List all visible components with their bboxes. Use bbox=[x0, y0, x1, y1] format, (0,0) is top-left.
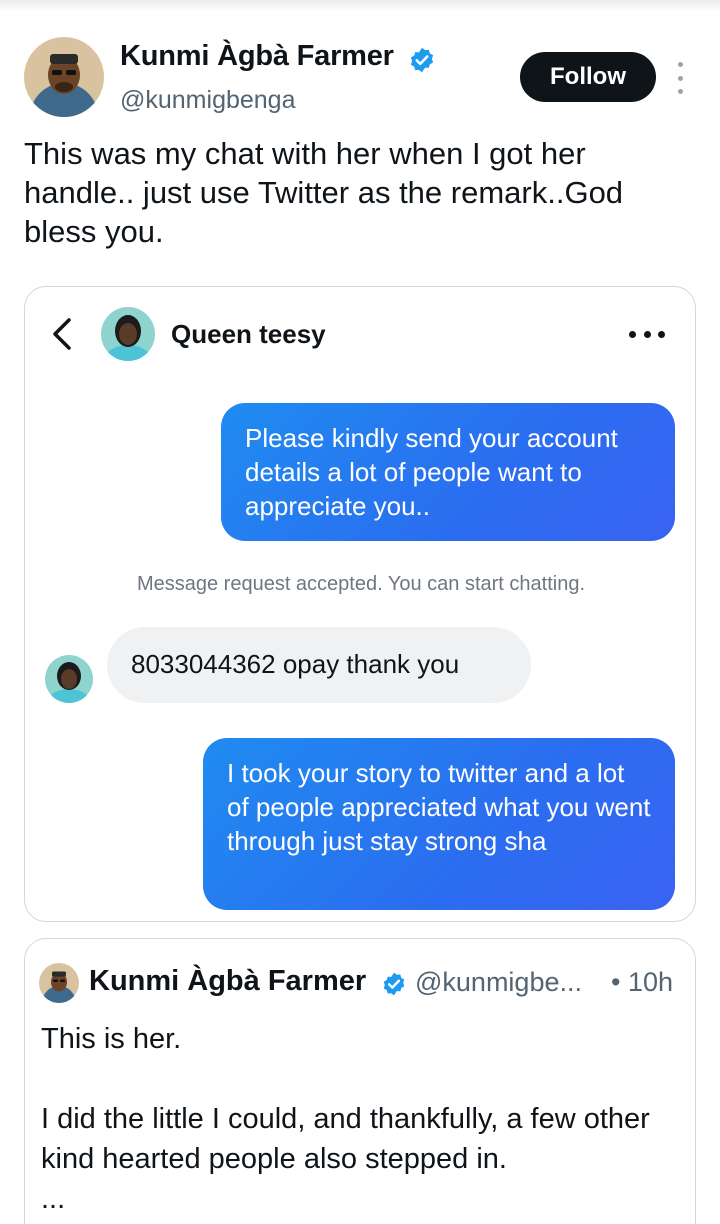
quoted-author-name: Kunmi Àgbà Farmer bbox=[89, 965, 367, 997]
quoted-tweet-text: This is her. I did the little I could, a… bbox=[41, 1023, 650, 1215]
more-horizontal-icon bbox=[629, 331, 665, 339]
system-message: Message request accepted. You can start … bbox=[136, 573, 586, 595]
follow-button[interactable]: Follow bbox=[520, 52, 656, 102]
quoted-author-avatar bbox=[39, 963, 79, 1003]
verified-badge-icon bbox=[381, 971, 407, 997]
contact-avatar bbox=[101, 307, 155, 361]
quoted-timestamp: • 10h bbox=[611, 967, 674, 997]
verified-badge-icon bbox=[408, 46, 436, 74]
contact-name: Queen teesy bbox=[171, 319, 326, 349]
status-strip bbox=[0, 0, 720, 12]
chat-screenshot-card[interactable]: Queen teesy Please kindly send your acco… bbox=[24, 286, 696, 922]
chevron-left-icon bbox=[49, 317, 77, 351]
message-outgoing: I took your story to twitter and a lot o… bbox=[203, 738, 675, 910]
message-incoming: 8033044362 opay thank you bbox=[107, 627, 531, 703]
quoted-tweet[interactable]: Kunmi Àgbà Farmer @kunmigbe... • 10h Thi… bbox=[24, 938, 696, 1224]
quoted-author-handle: @kunmigbe... bbox=[415, 967, 582, 997]
contact-avatar-small bbox=[45, 655, 93, 703]
more-vertical-icon[interactable] bbox=[672, 62, 688, 94]
author-handle[interactable]: @kunmigbenga bbox=[120, 86, 296, 115]
tweet-text: This was my chat with her when I got her… bbox=[24, 136, 624, 249]
message-outgoing: Please kindly send your account details … bbox=[221, 403, 675, 541]
author-name[interactable]: Kunmi Àgbà Farmer bbox=[120, 40, 394, 73]
author-avatar[interactable] bbox=[24, 37, 104, 117]
